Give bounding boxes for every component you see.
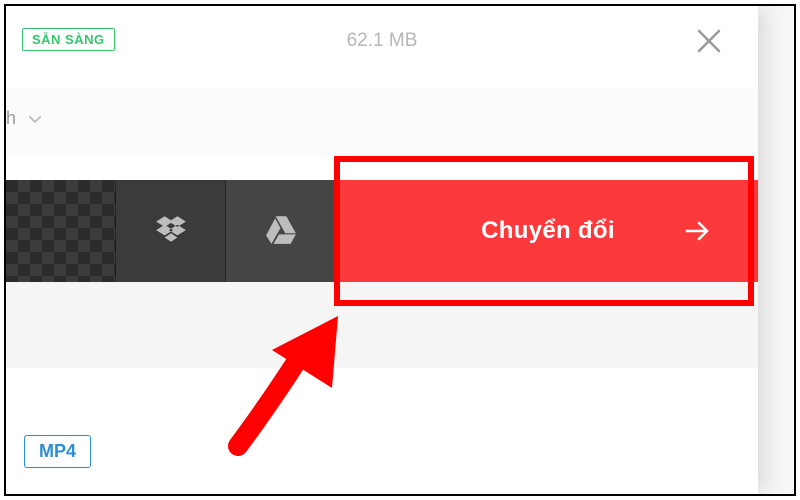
- close-icon[interactable]: [694, 26, 724, 56]
- screenshot-frame: SẴN SÀNG 62.1 MB h: [4, 4, 796, 496]
- upload-cell-blank[interactable]: [6, 180, 116, 282]
- dropbox-icon: [154, 212, 188, 251]
- lower-section-1: [6, 282, 758, 368]
- main-panel: SẴN SÀNG 62.1 MB h: [6, 6, 758, 494]
- convert-button-label: Chuyển đổi: [481, 217, 615, 245]
- file-size-text: 62.1 MB: [6, 30, 758, 52]
- convert-button[interactable]: Chuyển đổi: [338, 180, 758, 282]
- google-drive-icon: [264, 212, 298, 251]
- dropdown-row: h: [6, 88, 758, 156]
- status-badge: SẴN SÀNG: [22, 28, 115, 51]
- action-bar: Chuyển đổi: [6, 180, 758, 282]
- dropdown-partial-text: h: [6, 108, 16, 129]
- upload-gdrive-button[interactable]: [226, 180, 336, 282]
- chevron-down-icon: [26, 110, 44, 128]
- format-badge: MP4: [24, 435, 91, 468]
- arrow-right-icon: [682, 216, 712, 246]
- upload-targets: [6, 180, 338, 282]
- outside-column: [758, 6, 794, 494]
- upload-dropbox-button[interactable]: [116, 180, 226, 282]
- lower-section-2: MP4: [6, 368, 758, 494]
- dropdown-select[interactable]: h: [6, 108, 44, 129]
- top-bar: SẴN SÀNG 62.1 MB: [6, 6, 758, 88]
